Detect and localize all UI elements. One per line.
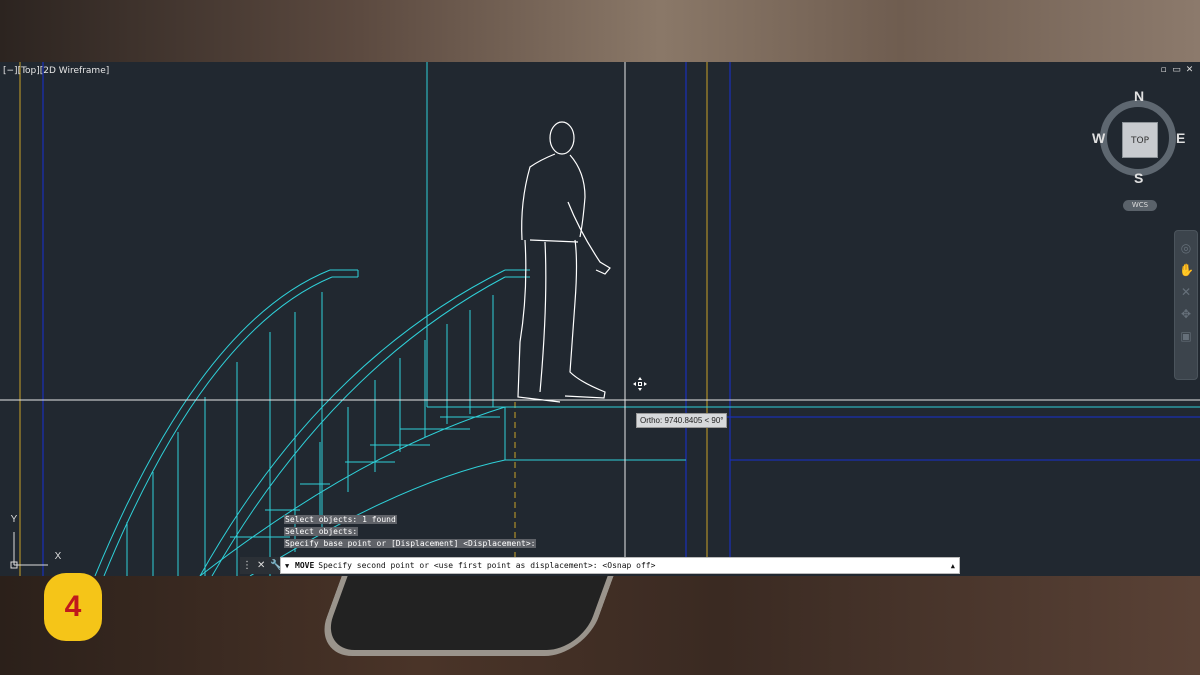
orbit-icon[interactable]: ✥ [1179, 307, 1193, 321]
minimize-icon[interactable]: ▫ [1159, 66, 1168, 75]
recent-commands-icon[interactable]: ▼ [285, 562, 289, 570]
command-history: Select objects: 1 found Select objects: … [284, 515, 537, 551]
ortho-tooltip: Ortho: 9740.8405 < 90° [636, 413, 728, 428]
compass-east[interactable]: E [1176, 130, 1185, 146]
zoom-extents-icon[interactable]: ✕ [1179, 285, 1193, 299]
grip-icon[interactable]: ⋮ [242, 560, 252, 571]
person-figure [517, 121, 611, 403]
step-number-badge: 4 [44, 573, 102, 641]
steering-wheel-icon[interactable]: ◎ [1179, 241, 1193, 255]
viewport-label[interactable]: [−][Top][2D Wireframe] [3, 66, 109, 76]
ucs-icon: Y X [10, 514, 62, 569]
showmotion-icon[interactable]: ▣ [1179, 329, 1193, 343]
command-bar: ⋮ ✕ 🔧 ▼ MOVE Specify second point or <us… [240, 557, 960, 574]
close-icon[interactable]: ✕ [1185, 66, 1194, 75]
wcs-menu[interactable]: WCS [1123, 200, 1157, 211]
compass-north[interactable]: N [1134, 88, 1144, 104]
history-line: Select objects: [284, 527, 359, 536]
command-name: MOVE [295, 561, 315, 570]
viewcube-top-face[interactable]: TOP [1122, 122, 1158, 158]
cad-drawing[interactable] [0, 62, 1200, 576]
command-input[interactable]: ▼ MOVE Specify second point or <use firs… [280, 557, 960, 574]
compass-south[interactable]: S [1134, 170, 1143, 186]
ucs-y-label: Y [11, 514, 18, 525]
compass-west[interactable]: W [1092, 130, 1105, 146]
move-cursor-icon [633, 377, 647, 391]
history-up-icon[interactable]: ▲ [951, 562, 955, 570]
command-tools: ⋮ ✕ 🔧 [240, 557, 283, 574]
drawing-viewport[interactable]: [−][Top][2D Wireframe] ▫ ▭ ✕ TOP N S E W… [0, 62, 1200, 576]
command-prompt: Specify second point or <use first point… [318, 561, 656, 570]
navigation-bar: ◎ ✋ ✕ ✥ ▣ [1174, 230, 1198, 380]
history-line: Select objects: 1 found [284, 515, 397, 524]
restore-icon[interactable]: ▭ [1172, 66, 1181, 75]
pan-icon[interactable]: ✋ [1179, 263, 1194, 277]
viewcube[interactable]: TOP N S E W [1090, 88, 1190, 190]
background-photo-top [0, 0, 1200, 62]
viewport-window-controls: ▫ ▭ ✕ [1159, 66, 1194, 75]
ucs-x-label: X [55, 551, 62, 562]
close-command-icon[interactable]: ✕ [257, 560, 265, 571]
history-line: Specify base point or [Displacement] <Di… [284, 539, 537, 548]
